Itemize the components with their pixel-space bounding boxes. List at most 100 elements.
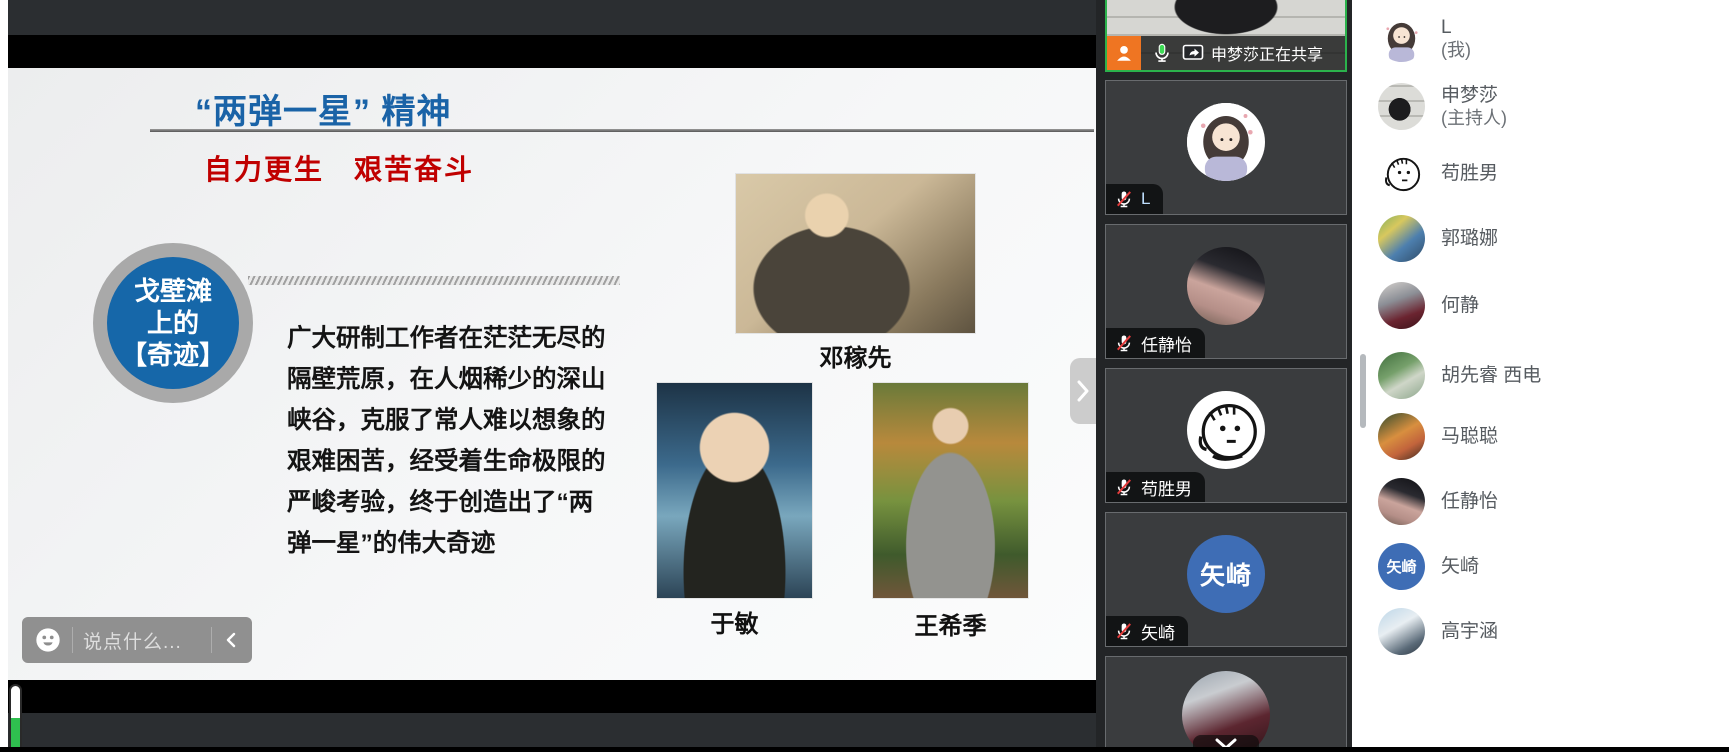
screen-share-icon xyxy=(1181,42,1205,64)
avatar-initials-text: 矢崎 xyxy=(1386,556,1416,577)
slide-subtitle: 自力更生 艰苦奋斗 xyxy=(204,148,474,188)
participant-name: 何静 xyxy=(1441,294,1479,317)
avatar-initials: 矢崎 xyxy=(1378,543,1425,590)
avatar xyxy=(1378,150,1425,197)
sharing-label: 申梦莎正在共享 xyxy=(1211,41,1323,65)
tile-name: 矢崎 xyxy=(1141,619,1175,644)
mic-muted-icon xyxy=(1114,477,1134,497)
participant-row-l[interactable]: L (我) xyxy=(1378,15,1471,62)
participant-row-macongcong[interactable]: 马聪聪 xyxy=(1378,413,1498,460)
chat-divider xyxy=(211,627,212,653)
participant-name: 苟胜男 xyxy=(1441,162,1498,185)
avatar-initials: 矢崎 xyxy=(1187,535,1265,613)
avatar xyxy=(1378,282,1425,329)
slide-body-text: 广大研制工作者在茫茫无尽的 隔壁荒原，在人烟稀少的深山 峡谷，克服了常人难以想象… xyxy=(287,318,627,564)
smiley-emoji-icon[interactable] xyxy=(34,626,62,654)
screen-share-region: “两弹一星” 精神 自力更生 艰苦奋斗 戈壁滩 上的 【奇迹】 广大研制工作者在… xyxy=(8,0,1096,752)
photo-wang-xiji xyxy=(873,383,1028,598)
letterbox-top xyxy=(8,35,1096,68)
mic-level-meter xyxy=(9,684,22,752)
avatar xyxy=(1378,608,1425,655)
cartoon-face-avatar xyxy=(1378,150,1425,197)
participant-name: 胡先睿 西电 xyxy=(1441,364,1541,387)
participant-row-gaoyuhan[interactable]: 高宇涵 xyxy=(1378,608,1498,655)
name-pill: L xyxy=(1106,184,1163,214)
participant-row-yazaki[interactable]: 矢崎 矢崎 xyxy=(1378,543,1479,590)
tile-participant-renjingyi[interactable]: 任静怡 xyxy=(1105,224,1347,359)
sharing-status-strip: 申梦莎正在共享 xyxy=(1107,36,1345,70)
participant-row-goushengnan[interactable]: 苟胜男 xyxy=(1378,150,1498,197)
participant-role: (主持人) xyxy=(1441,107,1507,130)
avatar xyxy=(1187,247,1265,325)
chat-divider xyxy=(72,627,73,653)
participant-text: L (我) xyxy=(1441,16,1471,62)
avatar xyxy=(1187,391,1265,469)
participant-row-huxianrui[interactable]: 胡先睿 西电 xyxy=(1378,352,1541,399)
panel-scrollbar[interactable] xyxy=(1360,354,1366,428)
avatar xyxy=(1378,478,1425,525)
person-icon xyxy=(1113,42,1135,64)
chat-input[interactable]: 说点什么... xyxy=(83,627,201,654)
quick-chat-bar[interactable]: 说点什么... xyxy=(22,617,252,663)
avatar xyxy=(1378,15,1425,62)
participant-text: 申梦莎 (主持人) xyxy=(1441,84,1507,130)
avatar xyxy=(1187,103,1265,181)
participant-row-hejing[interactable]: 何静 xyxy=(1378,282,1479,329)
avatar xyxy=(1378,215,1425,262)
slide-title: “两弹一星” 精神 xyxy=(195,84,451,133)
caption-wang-xiji: 王希季 xyxy=(873,606,1028,641)
shared-slide: “两弹一星” 精神 自力更生 艰苦奋斗 戈壁滩 上的 【奇迹】 广大研制工作者在… xyxy=(8,68,1096,680)
name-pill: 矢崎 xyxy=(1106,616,1188,646)
title-divider xyxy=(150,129,1094,132)
mic-active-icon xyxy=(1151,42,1173,64)
participant-row-guoluna[interactable]: 郭璐娜 xyxy=(1378,215,1498,262)
participant-role: (我) xyxy=(1441,39,1471,62)
letterbox-bottom xyxy=(8,680,1096,713)
tile-participant-l[interactable]: L xyxy=(1105,80,1347,215)
caption-deng-jiaxian: 邓稼先 xyxy=(736,338,975,373)
left-edge-strip xyxy=(0,0,8,752)
gobi-circle-badge: 戈壁滩 上的 【奇迹】 xyxy=(93,243,253,403)
participant-row-renjingyi[interactable]: 任静怡 xyxy=(1378,478,1498,525)
video-tiles-column: 申梦莎正在共享 xyxy=(1096,0,1352,752)
avatar xyxy=(1378,352,1425,399)
photo-yu-min xyxy=(657,383,812,598)
participant-name: 马聪聪 xyxy=(1441,425,1498,448)
presenter-badge xyxy=(1107,36,1141,70)
participant-name: 高宇涵 xyxy=(1441,620,1498,643)
photo-deng-jiaxian xyxy=(736,174,975,333)
tile-participant-goushengnan[interactable]: 苟胜男 xyxy=(1105,368,1347,503)
gobi-circle-badge-text: 戈壁滩 上的 【奇迹】 xyxy=(107,257,239,389)
mic-muted-icon xyxy=(1114,621,1134,641)
caption-yu-min: 于敏 xyxy=(657,604,812,639)
avatar xyxy=(1378,413,1425,460)
participant-name: L xyxy=(1441,16,1471,39)
meeting-window: “两弹一星” 精神 自力更生 艰苦奋斗 戈壁滩 上的 【奇迹】 广大研制工作者在… xyxy=(0,0,1729,752)
avatar-initials-text: 矢崎 xyxy=(1200,556,1252,592)
participant-row-shenmengsha[interactable]: 申梦莎 (主持人) xyxy=(1378,83,1507,130)
window-bottom-edge xyxy=(0,747,1729,752)
illustrated-girl-avatar xyxy=(1378,15,1425,62)
name-pill: 苟胜男 xyxy=(1106,472,1205,502)
collapse-chat-icon[interactable] xyxy=(222,630,240,650)
tile-sharing-shenmengsha[interactable]: 申梦莎正在共享 xyxy=(1105,0,1347,72)
cartoon-face-avatar xyxy=(1187,391,1265,469)
participant-name: 任静怡 xyxy=(1441,490,1498,513)
participants-panel: L (我) 申梦莎 (主持人) 苟胜男 xyxy=(1352,0,1729,752)
dotted-connector xyxy=(248,276,620,285)
illustrated-girl-avatar xyxy=(1187,103,1265,181)
avatar xyxy=(1378,83,1425,130)
tile-name: L xyxy=(1141,189,1150,209)
tile-participant-partial[interactable] xyxy=(1105,656,1347,752)
mic-muted-icon xyxy=(1114,333,1134,353)
tile-name: 任静怡 xyxy=(1141,331,1192,356)
tile-participant-yazaki[interactable]: 矢崎 矢崎 xyxy=(1105,512,1347,647)
participant-name: 申梦莎 xyxy=(1441,84,1507,107)
name-pill: 任静怡 xyxy=(1106,328,1205,358)
expand-panel-button[interactable] xyxy=(1070,358,1096,424)
participant-name: 郭璐娜 xyxy=(1441,227,1498,250)
participant-name: 矢崎 xyxy=(1441,555,1479,578)
chevron-right-icon xyxy=(1074,378,1092,404)
mic-muted-icon xyxy=(1114,189,1134,209)
tile-name: 苟胜男 xyxy=(1141,475,1192,500)
